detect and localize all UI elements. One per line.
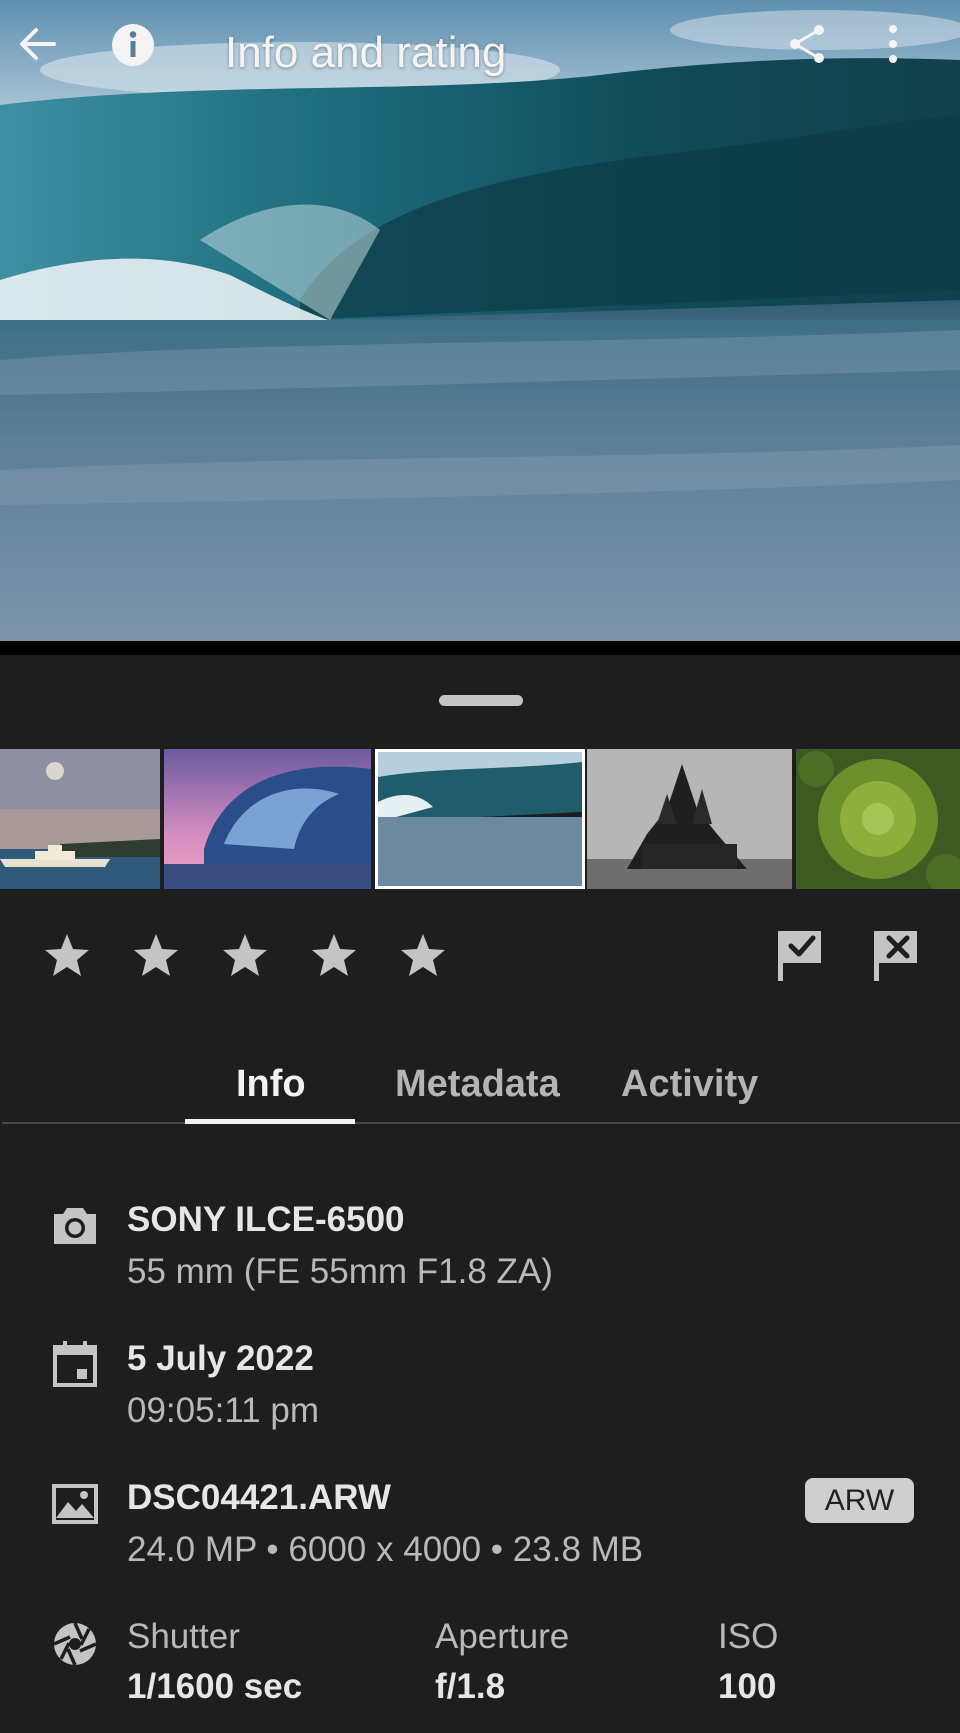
shutter-label: Shutter bbox=[127, 1617, 240, 1656]
page-title: Info and rating bbox=[225, 28, 507, 77]
calendar-icon bbox=[53, 1341, 97, 1387]
tab-metadata[interactable]: Metadata bbox=[395, 1063, 560, 1106]
reject-flag-icon[interactable] bbox=[871, 927, 921, 983]
capture-date: 5 July 2022 bbox=[127, 1339, 314, 1378]
tab-activity[interactable]: Activity bbox=[621, 1063, 758, 1106]
filmstrip bbox=[0, 749, 960, 889]
shutter-value: 1/1600 sec bbox=[127, 1667, 303, 1706]
shutter-column: Shutter 1/1600 sec bbox=[127, 1617, 302, 1707]
more-vertical-icon bbox=[889, 25, 897, 63]
pick-flag-icon[interactable] bbox=[775, 927, 825, 983]
tab-info[interactable]: Info bbox=[236, 1063, 306, 1106]
rating-row bbox=[0, 923, 960, 993]
ferry-moon-thumbnail[interactable] bbox=[0, 749, 160, 889]
photo-preview: Info and rating bbox=[0, 0, 960, 641]
info-icon bbox=[112, 24, 154, 66]
stave-church-thumbnail[interactable] bbox=[587, 749, 792, 889]
back-button[interactable] bbox=[16, 22, 76, 82]
star-icon[interactable] bbox=[309, 931, 359, 981]
star-icon[interactable] bbox=[398, 931, 448, 981]
photo-divider bbox=[0, 641, 960, 655]
capture-time: 09:05:11 pm bbox=[127, 1391, 319, 1430]
iso-column: ISO 100 bbox=[718, 1617, 778, 1707]
tab-active-indicator bbox=[185, 1119, 355, 1124]
iso-value: 100 bbox=[718, 1667, 777, 1706]
iso-label: ISO bbox=[718, 1617, 779, 1656]
star-icon[interactable] bbox=[131, 931, 181, 981]
camera-icon bbox=[54, 1208, 96, 1244]
sheet-drag-handle[interactable] bbox=[439, 695, 523, 706]
aperture-value: f/1.8 bbox=[435, 1667, 506, 1706]
aperture-label: Aperture bbox=[435, 1617, 570, 1656]
info-sheet: Info Metadata Activity SONY ILCE-6500 55… bbox=[0, 655, 960, 1733]
image-icon bbox=[52, 1484, 98, 1524]
camera-lens: 55 mm (FE 55mm F1.8 ZA) bbox=[127, 1252, 553, 1291]
wave-pink-sky-thumbnail[interactable] bbox=[164, 749, 371, 889]
file-name: DSC04421.ARW bbox=[127, 1478, 391, 1517]
file-type-badge: ARW bbox=[805, 1478, 914, 1523]
star-icon[interactable] bbox=[220, 931, 270, 981]
aperture-column: Aperture f/1.8 bbox=[435, 1617, 569, 1707]
wave-teal-thumbnail[interactable] bbox=[375, 749, 585, 889]
star-icon[interactable] bbox=[42, 931, 92, 981]
aperture-icon bbox=[53, 1622, 97, 1666]
tab-divider bbox=[2, 1122, 960, 1124]
share-button[interactable] bbox=[786, 22, 846, 82]
share-icon bbox=[790, 25, 824, 63]
tab-bar: Info Metadata Activity bbox=[0, 1045, 960, 1125]
file-details: 24.0 MP • 6000 x 4000 • 23.8 MB bbox=[127, 1530, 644, 1569]
more-options-button[interactable] bbox=[885, 22, 945, 82]
pine-tree-thumbnail[interactable] bbox=[796, 749, 960, 889]
top-app-bar: Info and rating bbox=[0, 0, 960, 110]
info-button[interactable] bbox=[110, 22, 170, 82]
camera-model: SONY ILCE-6500 bbox=[127, 1200, 405, 1239]
back-arrow-icon bbox=[20, 28, 56, 60]
